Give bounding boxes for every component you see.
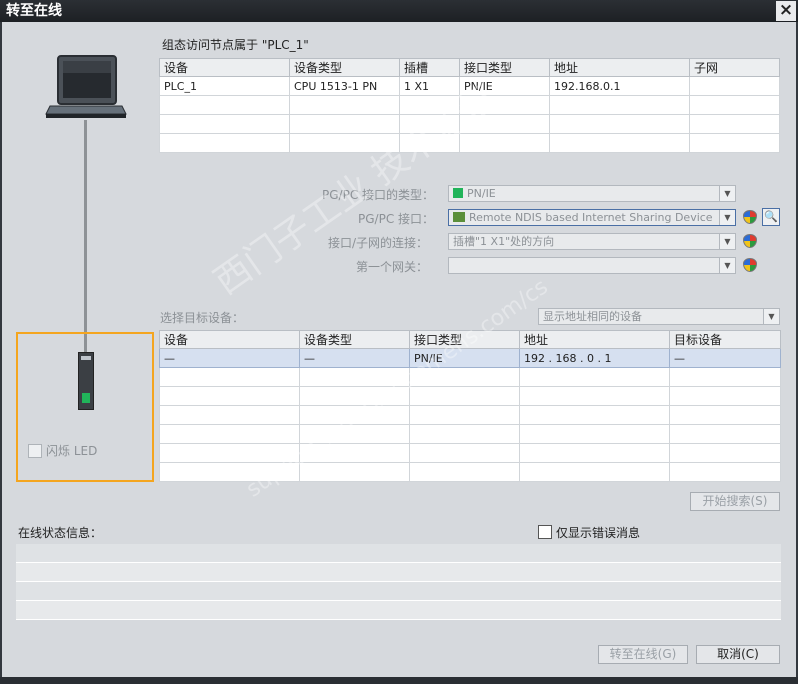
window-title: 转至在线 [6,3,62,19]
cell: CPU 1513-1 PN [289,76,400,96]
col-device-type[interactable]: 设备类型 [299,330,410,349]
target-label: 选择目标设备： [160,311,245,325]
config-heading: 组态访问节点属于 "PLC_1" [162,38,309,52]
status-list [16,544,781,622]
col-subnet[interactable]: 子网 [689,58,780,77]
cell: — [159,348,300,368]
cell: — [299,348,410,368]
table-row [159,462,781,482]
list-item [16,582,781,601]
table-row [159,424,781,444]
only-errors-checkbox[interactable] [538,525,552,539]
connection-value: 插槽"1 X1"处的方向 [453,235,555,248]
connection-label: 接口/子网的连接： [328,236,429,250]
only-errors-label: 仅显示错误消息 [556,526,641,540]
search-icon[interactable]: 🔍 [762,208,780,226]
list-item [16,601,781,620]
table-row[interactable]: PLC_1 CPU 1513-1 PN 1 X1 PN/IE 192.168.0… [159,76,780,96]
col-address[interactable]: 地址 [549,58,690,77]
shield-icon[interactable] [743,210,757,224]
ip-address-input[interactable]: 192 . 168 . 0 . 1 [519,348,670,368]
table-row [159,367,781,387]
col-device[interactable]: 设备 [159,58,290,77]
chevron-down-icon[interactable]: ▼ [763,309,779,324]
plc-device-icon [78,352,94,410]
shield-icon[interactable] [743,234,757,248]
laptop-icon [45,55,127,118]
table-row [159,443,781,463]
target-filter-select[interactable]: 显示地址相同的设备 ▼ [538,308,780,325]
online-status-label: 在线状态信息： [18,526,103,540]
dialog-window: 转至在线 × 闪烁 LED 组态访问节点属于 "PLC_1" 设备 设备类型 插… [0,0,798,684]
col-address[interactable]: 地址 [519,330,670,349]
col-interface-type[interactable]: 接口类型 [409,330,520,349]
config-table: 设备 设备类型 插槽 接口类型 地址 子网 PLC_1 CPU 1513-1 P… [159,58,780,153]
table-row [159,405,781,425]
pgpc-type-label: PG/PC 接口的类型： [322,188,435,202]
flash-led-label: 闪烁 LED [46,444,98,458]
pgpc-interface-select[interactable]: Remote NDIS based Internet Sharing Devic… [448,209,736,226]
close-icon[interactable]: × [776,1,796,21]
cell: 1 X1 [399,76,460,96]
title-bar: 转至在线 × [0,0,798,22]
network-icon [453,188,463,198]
flash-led-checkbox[interactable] [28,444,42,458]
pgpc-type-value: PN/IE [467,187,496,200]
target-table: 设备 设备类型 接口类型 地址 目标设备 — — PN/IE 192 . 168… [159,330,781,482]
cell: PN/IE [409,348,520,368]
cell: PLC_1 [159,76,290,96]
list-item [16,563,781,582]
go-online-button[interactable]: 转至在线(G) [598,645,688,664]
cell: PN/IE [459,76,550,96]
bottom-strip [0,677,798,684]
table-row [159,95,780,115]
cell: 192.168.0.1 [549,76,690,96]
chevron-down-icon[interactable]: ▼ [719,186,735,201]
cancel-button[interactable]: 取消(C) [696,645,780,664]
col-device-type[interactable]: 设备类型 [289,58,400,77]
table-row [159,133,780,153]
col-device[interactable]: 设备 [159,330,300,349]
table-row [159,114,780,134]
pgpc-interface-label: PG/PC 接口： [358,212,435,226]
shield-icon[interactable] [743,258,757,272]
col-interface-type[interactable]: 接口类型 [459,58,550,77]
gateway-select[interactable]: ▼ [448,257,736,274]
list-item [16,544,781,563]
connection-select[interactable]: 插槽"1 X1"处的方向 ▼ [448,233,736,250]
col-slot[interactable]: 插槽 [399,58,460,77]
col-target-device[interactable]: 目标设备 [669,330,781,349]
dialog-content: 闪烁 LED 组态访问节点属于 "PLC_1" 设备 设备类型 插槽 接口类型 … [2,22,796,677]
start-search-button[interactable]: 开始搜索(S) [690,492,780,511]
table-row[interactable]: — — PN/IE 192 . 168 . 0 . 1 — [159,348,781,368]
pgpc-interface-value: Remote NDIS based Internet Sharing Devic… [469,211,713,224]
table-row [159,386,781,406]
cell: — [669,348,781,368]
adapter-icon [453,212,465,222]
cell [689,76,780,96]
target-filter-value: 显示地址相同的设备 [543,310,642,323]
chevron-down-icon[interactable]: ▼ [719,210,735,225]
chevron-down-icon[interactable]: ▼ [719,258,735,273]
gateway-label: 第一个网关： [356,260,429,274]
chevron-down-icon[interactable]: ▼ [719,234,735,249]
pgpc-type-select[interactable]: PN/IE ▼ [448,185,736,202]
